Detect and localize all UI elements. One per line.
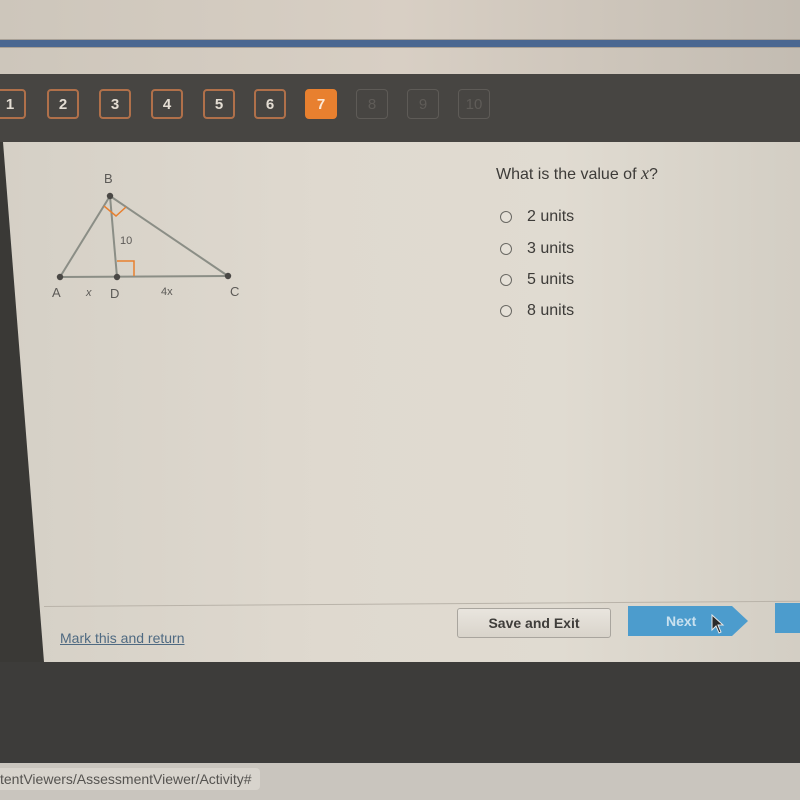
question-3-button[interactable]: 3 <box>99 89 131 119</box>
header-accent-rule <box>0 39 800 48</box>
right-angle-mark-B <box>103 205 127 217</box>
monitor-bezel <box>0 662 800 762</box>
label-DC-length: 4x <box>161 286 173 298</box>
vertex-C-point <box>224 272 232 280</box>
right-angle-mark-D <box>117 260 135 276</box>
mouse-pointer-icon <box>711 614 725 634</box>
question-6-button[interactable]: 6 <box>254 89 286 119</box>
radio-button[interactable] <box>500 305 512 317</box>
answer-option-label: 2 units <box>527 208 575 225</box>
browser-header <box>0 0 800 74</box>
status-url: tentViewers/AssessmentViewer/Activity# <box>0 768 260 790</box>
answer-option-label: 3 units <box>527 240 575 257</box>
segment-AC <box>59 275 229 278</box>
question-1-button[interactable]: 1 <box>0 89 26 119</box>
radio-button[interactable] <box>500 211 512 223</box>
answer-option-4[interactable]: 8 units <box>500 302 574 320</box>
question-4-button[interactable]: 4 <box>151 89 183 119</box>
prompt-text: What is the value of <box>496 166 641 183</box>
question-prompt: What is the value of x? <box>496 163 658 184</box>
answer-option-2[interactable]: 3 units <box>500 240 574 258</box>
vertex-A-point <box>56 273 64 281</box>
label-AD-length: x <box>85 287 92 299</box>
answer-option-3[interactable]: 5 units <box>500 271 574 289</box>
radio-button[interactable] <box>500 243 512 255</box>
vertex-D-point <box>113 273 121 281</box>
label-A: A <box>52 285 61 300</box>
answer-option-label: 8 units <box>527 302 575 319</box>
submit-button-partial[interactable] <box>775 603 800 633</box>
triangle-diagram: B A D C 10 x 4x <box>52 171 239 301</box>
question-8-button: 8 <box>356 89 388 119</box>
question-10-button: 10 <box>458 89 490 119</box>
segment-AB <box>59 195 111 278</box>
segment-BD <box>109 195 118 278</box>
question-9-button: 9 <box>407 89 439 119</box>
question-2-button[interactable]: 2 <box>47 89 79 119</box>
save-and-exit-button[interactable]: Save and Exit <box>457 608 611 638</box>
label-B: B <box>104 171 113 186</box>
next-button[interactable]: Next <box>628 606 748 636</box>
prompt-suffix: ? <box>648 166 658 183</box>
prompt-variable: x <box>640 163 649 183</box>
answer-option-label: 5 units <box>527 271 575 288</box>
label-C: C <box>230 284 239 299</box>
answer-option-1[interactable]: 2 units <box>500 208 574 226</box>
radio-button[interactable] <box>500 274 512 286</box>
question-7-button[interactable]: 7 <box>305 89 337 119</box>
question-5-button[interactable]: 5 <box>203 89 235 119</box>
label-D: D <box>110 286 119 301</box>
mark-and-return-link[interactable]: Mark this and return <box>60 630 185 646</box>
vertex-B-point <box>106 192 114 200</box>
label-BD-length: 10 <box>120 235 132 247</box>
